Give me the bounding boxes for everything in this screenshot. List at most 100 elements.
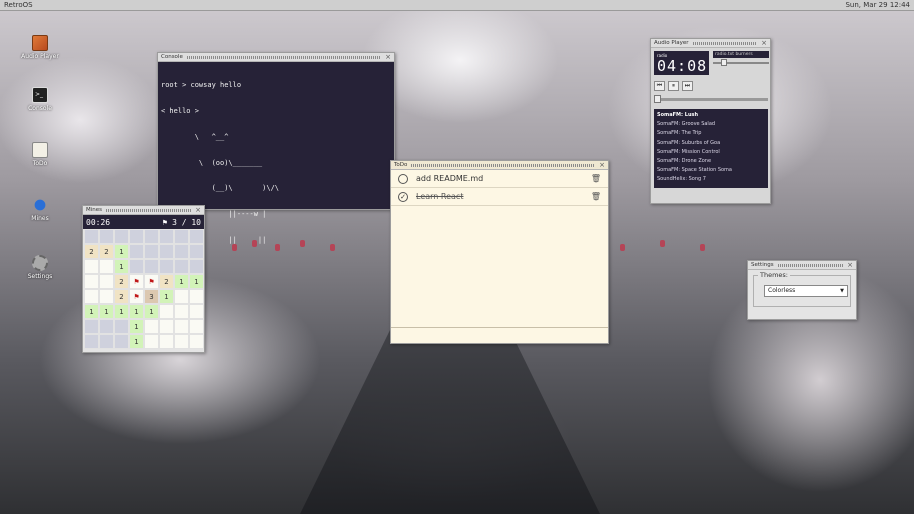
todo-item[interactable]: ✓ Learn React 🗑: [391, 188, 608, 206]
volume-knob[interactable]: [720, 59, 727, 66]
mines-titlebar[interactable]: Mines ×: [83, 206, 204, 215]
mine-cell[interactable]: [144, 259, 159, 274]
mine-cell[interactable]: 2: [84, 244, 99, 259]
playlist-item[interactable]: SomaFM: The Trip: [657, 129, 765, 138]
volume-slider[interactable]: [713, 59, 769, 66]
todo-item[interactable]: add README.md 🗑: [391, 170, 608, 188]
mine-cell[interactable]: [159, 259, 174, 274]
desktop-icon-todo[interactable]: ToDo: [17, 142, 63, 167]
playlist-item[interactable]: SomaFM: Lush: [657, 111, 765, 120]
mine-cell[interactable]: [189, 304, 204, 319]
titlebar-grip[interactable]: [106, 208, 192, 212]
mine-cell[interactable]: [129, 244, 144, 259]
mine-cell[interactable]: [114, 229, 129, 244]
mine-cell[interactable]: [114, 334, 129, 349]
playlist-item[interactable]: SomaFM: Space Station Soma: [657, 166, 765, 175]
mine-cell[interactable]: [174, 229, 189, 244]
audio-titlebar[interactable]: Audio Player ×: [651, 39, 770, 48]
mine-cell[interactable]: [84, 259, 99, 274]
mine-cell[interactable]: [189, 334, 204, 349]
todo-checkbox[interactable]: [398, 173, 408, 184]
titlebar-grip[interactable]: [777, 263, 844, 267]
close-icon[interactable]: ×: [599, 161, 605, 169]
playlist-item[interactable]: SoundHelix: Song 7: [657, 175, 765, 184]
mine-cell[interactable]: [144, 229, 159, 244]
mine-cell[interactable]: ⚑: [144, 274, 159, 289]
desktop-icon-mines[interactable]: Mines: [17, 197, 63, 222]
mine-cell[interactable]: [99, 334, 114, 349]
mine-cell[interactable]: [174, 259, 189, 274]
mine-cell[interactable]: 1: [129, 304, 144, 319]
mine-cell[interactable]: 1: [189, 274, 204, 289]
mine-cell[interactable]: 2: [99, 244, 114, 259]
mine-cell[interactable]: [189, 319, 204, 334]
trash-icon[interactable]: 🗑: [591, 174, 601, 183]
mine-cell[interactable]: [99, 319, 114, 334]
seek-knob[interactable]: [654, 95, 661, 103]
titlebar-grip[interactable]: [186, 55, 382, 59]
mine-cell[interactable]: 1: [159, 289, 174, 304]
close-icon[interactable]: ×: [385, 53, 391, 61]
console-output[interactable]: root > cowsay hello < hello > \ ^__^ \ (…: [158, 62, 394, 270]
next-button[interactable]: ⏭: [682, 81, 693, 91]
mine-cell[interactable]: [159, 304, 174, 319]
settings-titlebar[interactable]: Settings ×: [748, 261, 856, 270]
console-titlebar[interactable]: Console ×: [158, 53, 394, 62]
mine-cell[interactable]: [189, 259, 204, 274]
theme-select[interactable]: Colorless ▼: [764, 285, 848, 297]
playlist-item[interactable]: SomaFM: Drone Zone: [657, 157, 765, 166]
mine-cell[interactable]: [99, 274, 114, 289]
todo-titlebar[interactable]: ToDo ×: [391, 161, 608, 170]
desktop-icon-settings[interactable]: Settings: [17, 255, 63, 280]
mine-cell[interactable]: [84, 274, 99, 289]
mine-cell[interactable]: [174, 289, 189, 304]
close-icon[interactable]: ×: [761, 39, 767, 47]
mine-cell[interactable]: 1: [144, 304, 159, 319]
mine-cell[interactable]: [159, 334, 174, 349]
mine-cell[interactable]: 2: [114, 274, 129, 289]
mine-cell[interactable]: 1: [99, 304, 114, 319]
mine-cell[interactable]: 1: [129, 334, 144, 349]
mine-cell[interactable]: [114, 319, 129, 334]
mine-cell[interactable]: [144, 334, 159, 349]
mine-cell[interactable]: 1: [129, 319, 144, 334]
playlist-item[interactable]: SomaFM: Suburbs of Goa: [657, 139, 765, 148]
previous-button[interactable]: ⏮: [654, 81, 665, 91]
mine-cell[interactable]: [174, 334, 189, 349]
mine-cell[interactable]: [159, 244, 174, 259]
mine-cell[interactable]: 1: [114, 244, 129, 259]
mine-cell[interactable]: [189, 229, 204, 244]
desktop-icon-console[interactable]: >_ Console: [17, 87, 63, 112]
mine-cell[interactable]: [174, 244, 189, 259]
mine-cell[interactable]: 2: [159, 274, 174, 289]
mine-cell[interactable]: ⚑: [129, 289, 144, 304]
new-todo-input[interactable]: [391, 327, 608, 343]
os-name[interactable]: RetroOS: [4, 1, 33, 9]
mine-cell[interactable]: ⚑: [129, 274, 144, 289]
mine-cell[interactable]: [84, 229, 99, 244]
mine-cell[interactable]: [84, 289, 99, 304]
mine-cell[interactable]: [84, 334, 99, 349]
mine-cell[interactable]: [99, 229, 114, 244]
seek-bar[interactable]: [654, 95, 768, 103]
trash-icon[interactable]: 🗑: [591, 192, 601, 201]
close-icon[interactable]: ×: [847, 261, 853, 269]
playlist-item[interactable]: SomaFM: Groove Salad: [657, 120, 765, 129]
mine-cell[interactable]: [99, 289, 114, 304]
mine-cell[interactable]: [159, 319, 174, 334]
mine-cell[interactable]: [189, 244, 204, 259]
mine-cell[interactable]: 3: [144, 289, 159, 304]
mine-cell[interactable]: 1: [84, 304, 99, 319]
desktop-icon-audio-player[interactable]: Audio Player: [17, 35, 63, 60]
mine-cell[interactable]: [174, 304, 189, 319]
mine-cell[interactable]: [144, 244, 159, 259]
mine-cell[interactable]: [159, 229, 174, 244]
mine-cell[interactable]: [144, 319, 159, 334]
mine-cell[interactable]: [84, 319, 99, 334]
pause-button[interactable]: ⏸: [668, 81, 679, 91]
mine-cell[interactable]: [174, 319, 189, 334]
mine-cell[interactable]: [129, 229, 144, 244]
playlist-item[interactable]: SomaFM: Mission Control: [657, 148, 765, 157]
titlebar-grip[interactable]: [692, 41, 758, 45]
mine-cell[interactable]: 1: [114, 259, 129, 274]
